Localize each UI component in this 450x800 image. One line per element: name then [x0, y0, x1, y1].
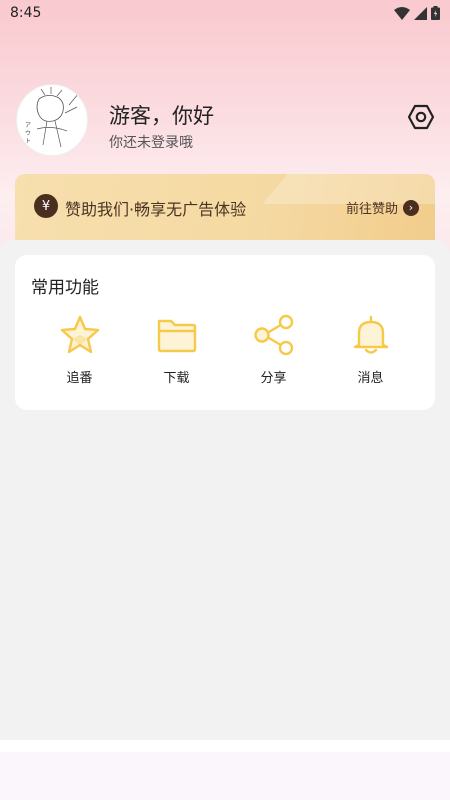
folder-icon [155, 313, 199, 357]
feature-download[interactable]: 下载 [128, 313, 225, 386]
common-functions-card: 常用功能 追番 下载 分享 消息 [15, 255, 435, 410]
settings-hexagon-icon [407, 104, 435, 130]
battery-icon [431, 6, 440, 20]
avatar[interactable]: ア ウ ト [16, 84, 88, 156]
feature-messages[interactable]: 消息 [322, 313, 419, 386]
profile-section: ア ウ ト 游客，你好 你还未登录哦 [16, 84, 436, 156]
yuan-coin-icon: ¥ [34, 194, 58, 218]
settings-button[interactable] [406, 102, 436, 132]
share-icon [252, 313, 296, 357]
feature-share[interactable]: 分享 [225, 313, 322, 386]
status-time: 8:45 [10, 5, 42, 21]
feature-list: 追番 下载 分享 消息 [15, 313, 435, 386]
sponsor-text: 赞助我们·畅享无广告体验 [65, 200, 247, 219]
feature-label: 消息 [357, 371, 384, 386]
feature-label: 下载 [163, 371, 190, 386]
feature-label: 追番 [66, 371, 93, 386]
feature-follow[interactable]: 追番 [31, 313, 128, 386]
signal-icon [414, 6, 427, 20]
login-hint-text[interactable]: 你还未登录哦 [109, 132, 193, 152]
avatar-sketch-icon: ア ウ ト [25, 87, 80, 148]
svg-text:ア: ア [25, 122, 31, 129]
sponsor-banner[interactable]: ¥ 赞助我们·畅享无广告体验 前往赞助 › [15, 174, 435, 240]
bell-icon [349, 313, 393, 357]
sponsor-link[interactable]: 前往赞助 › [346, 198, 419, 217]
status-icons [394, 6, 440, 20]
star-icon [58, 313, 102, 357]
wifi-icon [394, 6, 410, 20]
feature-label: 分享 [260, 371, 287, 386]
navigation-bar-area [0, 752, 450, 800]
svg-text:ウ: ウ [25, 129, 31, 137]
svg-text:ト: ト [25, 138, 31, 145]
sponsor-link-label: 前往赞助 [345, 202, 398, 217]
greeting-text: 游客，你好 [109, 104, 214, 128]
status-bar: 8:45 [0, 0, 450, 26]
card-title: 常用功能 [31, 278, 99, 298]
chevron-right-icon: › [403, 199, 419, 216]
